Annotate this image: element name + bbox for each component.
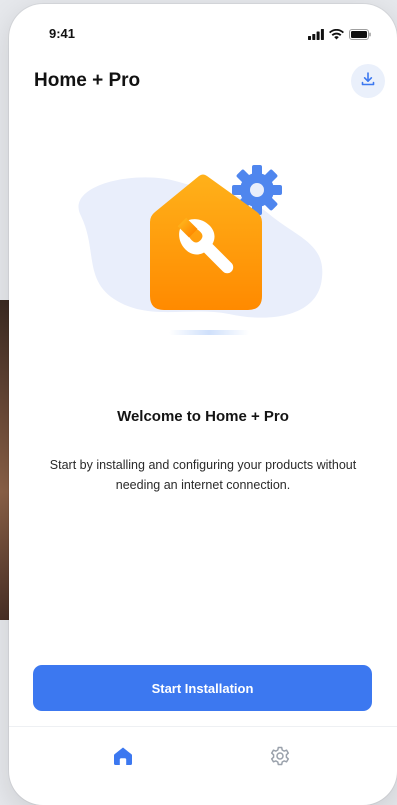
phone-frame: 9:41 Home + Pro Welcome to Home + Pro St… <box>9 4 397 805</box>
wifi-icon <box>329 27 344 45</box>
bottom-nav <box>9 726 397 805</box>
download-button[interactable] <box>351 64 385 98</box>
app-title: Home + Pro <box>34 70 141 91</box>
download-icon <box>360 71 376 92</box>
status-time: 9:41 <box>49 26 76 41</box>
start-installation-button[interactable]: Start Installation <box>33 665 372 711</box>
nav-item-home[interactable] <box>110 745 136 771</box>
status-icons <box>308 27 371 45</box>
gear-icon <box>269 745 291 772</box>
welcome-title: Welcome to Home + Pro <box>117 408 289 425</box>
nav-item-settings[interactable] <box>267 745 293 771</box>
signal-icon <box>308 27 324 45</box>
battery-icon <box>349 27 371 45</box>
status-bar: 9:41 <box>9 4 397 56</box>
screen: 9:41 Home + Pro Welcome to Home + Pro St… <box>0 0 397 805</box>
home-icon <box>112 745 134 772</box>
welcome-description: Start by installing and configuring your… <box>49 458 357 492</box>
house-wrench-gear-illustration <box>59 154 349 354</box>
app-header: Home + Pro <box>9 64 397 108</box>
